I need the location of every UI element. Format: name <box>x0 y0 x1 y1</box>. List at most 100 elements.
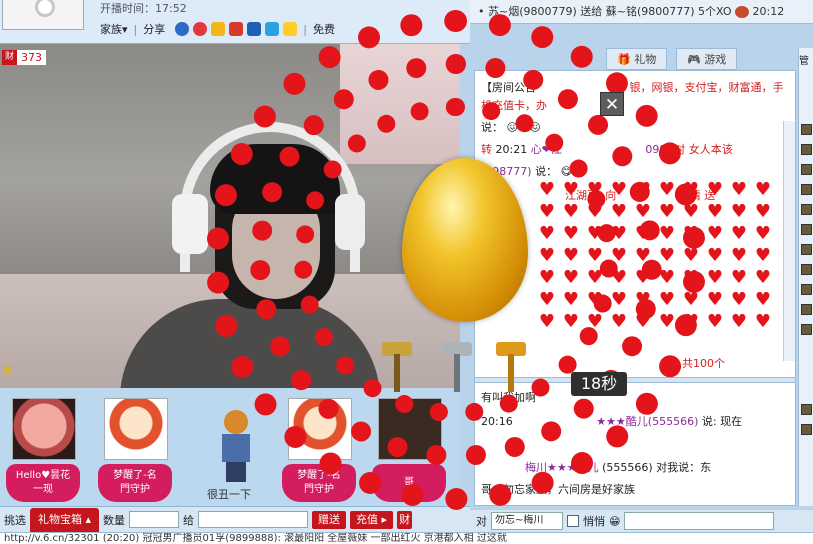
family-menu[interactable]: 家族▾ <box>100 21 128 37</box>
gift-item[interactable]: Hello♥昙花 一现 <box>4 398 82 506</box>
cartoon-legs <box>226 462 246 482</box>
anchor-avatar[interactable] <box>2 0 84 30</box>
avatar-placeholder-icon <box>35 0 55 17</box>
qzone-icon[interactable] <box>283 22 298 36</box>
gift-thumbnail <box>288 398 352 460</box>
emoji-picker-icon[interactable]: 😁 <box>609 515 620 528</box>
chat-line: 【房间公告 银，网银，支付宝，财富通，手 <box>481 79 784 95</box>
user-list-strip[interactable]: 管 <box>798 48 813 506</box>
announce-title: 【房间公告 <box>481 81 536 94</box>
crown-icon: ♛ <box>2 363 14 378</box>
chat-text: 对 女人本该 <box>674 143 733 156</box>
give-to-label: 给 <box>183 513 195 527</box>
chat-line: 机充值卡，办 <box>481 99 547 112</box>
share-icons <box>175 22 298 36</box>
gift-red-icon[interactable] <box>229 22 244 36</box>
gift-thumbnail <box>12 398 76 460</box>
user-badge-icon[interactable] <box>801 204 812 215</box>
gift-thumbnail <box>104 398 168 460</box>
notice-text: • 苏~烟(9800779) 送给 蘇~铭(9800777) 5个XO <box>478 5 732 18</box>
chat-user[interactable]: 梅川★★★酷儿 <box>525 461 599 474</box>
video-headphone-right <box>335 194 365 250</box>
video-wall <box>340 44 460 164</box>
chat-divider[interactable] <box>475 377 795 383</box>
rank-badge: 转 <box>481 143 492 156</box>
chat-text: (555566) 对我说：东 <box>602 461 712 474</box>
recharge-button[interactable]: 充值 ▸ <box>350 510 394 529</box>
chat-log[interactable]: 【房间公告 银，网银，支付宝，财富通，手 机充值卡，办 说： 😖😳😖 转 20:… <box>474 70 796 506</box>
emoji-icon: 😋 <box>560 165 573 178</box>
chat-user-id[interactable]: (898777) <box>481 165 532 178</box>
gift-egg-icon <box>735 6 750 18</box>
whisper-checkbox[interactable] <box>567 515 579 527</box>
room-header: 开播时间：17:52 家族▾ | 分享 | 免费 <box>0 0 470 44</box>
gift-label: 梦醒了-名 門守护 <box>282 464 356 502</box>
user-badge-icon[interactable] <box>801 164 812 175</box>
fortune-button[interactable]: 财 <box>397 510 413 529</box>
chat-scrollbar[interactable] <box>783 121 795 361</box>
gift-item[interactable]: 梦醒了-名 門守护 <box>96 398 174 506</box>
tab-gift-label: 礼物 <box>634 53 657 66</box>
user-badge-icon[interactable] <box>801 324 812 335</box>
cartoon-body <box>222 434 250 462</box>
start-time: 开播时间：17:52 <box>100 2 187 15</box>
chat-user[interactable]: 心❤江 <box>531 143 562 156</box>
gift-item[interactable]: 哥 <box>370 398 448 506</box>
chat-user[interactable]: 江湖哥: 向 <box>565 189 616 202</box>
header-actions: 家族▾ | 分享 | 免费 <box>100 21 335 37</box>
user-badge-icon[interactable] <box>801 404 812 415</box>
tab-gift[interactable]: 🎁 礼物 <box>606 48 668 70</box>
star-icon[interactable] <box>211 22 226 36</box>
user-badge-icon[interactable] <box>801 304 812 315</box>
close-icon[interactable]: ✕ <box>600 92 624 116</box>
quantity-label: 数量 <box>103 513 126 527</box>
chat-text: 情 送 <box>689 189 716 202</box>
gift-count-text: ，共100个 <box>671 357 725 370</box>
gift-label: Hello♥昙花 一现 <box>6 464 80 502</box>
user-badge-icon[interactable] <box>801 284 812 295</box>
user-badge-icon[interactable] <box>801 184 812 195</box>
chat-line: 江湖哥: 向 情 送 <box>481 187 715 203</box>
user-badge-icon[interactable] <box>801 124 812 135</box>
chat-line: ，共100个 <box>481 355 725 371</box>
message-input[interactable] <box>624 512 775 530</box>
weibo-icon[interactable] <box>193 22 208 36</box>
user-badge-icon[interactable] <box>801 244 812 255</box>
chat-line: 梅川★★★酷儿 (555566) 对我说：东 <box>481 459 711 475</box>
cartoon-person <box>220 410 250 486</box>
tencent-icon[interactable] <box>265 22 280 36</box>
announce-text: 银，网银，支付宝，财富通，手 <box>629 81 784 94</box>
free-label[interactable]: 免费 <box>313 21 335 37</box>
chat-user-id: 099) <box>645 143 671 156</box>
recipient-input[interactable] <box>198 511 309 528</box>
chat-line: 转 20:21 心❤江 099) 对 女人本该 <box>481 141 733 157</box>
quantity-input[interactable] <box>129 511 180 528</box>
user-badge-icon[interactable] <box>801 424 812 435</box>
gift-box-tab[interactable]: 礼物宝箱 ▴ <box>30 507 100 532</box>
user-badge-icon[interactable] <box>801 224 812 235</box>
gift-item[interactable]: 梦醒了-名 門守护 <box>280 398 358 506</box>
gift-item[interactable]: 很丑一下 <box>190 398 268 506</box>
recipient-select[interactable]: 勿忘~梅川 <box>491 512 563 530</box>
fortune-icon: 财 <box>2 50 17 65</box>
share-a-icon[interactable] <box>175 22 190 36</box>
user-list-header: 管 <box>799 56 809 67</box>
user-badge-icon[interactable] <box>801 144 812 155</box>
chat-user[interactable]: ★★★酷儿(555566) <box>596 415 698 428</box>
tab-game[interactable]: 🎮 游戏 <box>676 48 738 70</box>
chat-time: 20:21 <box>495 143 528 156</box>
chat-line: 20:16 ★★★酷儿(555566) 说: 现在 <box>481 413 742 429</box>
paw-icon[interactable] <box>247 22 262 36</box>
user-badge-icon[interactable] <box>801 264 812 275</box>
video-stream[interactable]: 财 373 ♛ <box>0 44 460 388</box>
gift-label: 很丑一下 <box>207 488 251 501</box>
fortune-badge: 财 373 <box>2 50 46 65</box>
tab-game-label: 游戏 <box>704 53 727 66</box>
to-label: 对 <box>476 515 487 528</box>
gift-tray: Hello♥昙花 一现 梦醒了-名 門守护 很丑一下 梦醒了-名 門守护 哥 <box>0 388 460 506</box>
chat-line: 说： 😖😳😖 <box>481 119 541 135</box>
send-gift-button[interactable]: 赠送 <box>312 510 347 529</box>
gift-notice-bar: • 苏~烟(9800779) 送给 蘇~铭(9800777) 5个XO 20:1… <box>470 0 813 24</box>
emoji-icon: 😖😳😖 <box>506 121 541 134</box>
cartoon-head <box>224 410 248 434</box>
